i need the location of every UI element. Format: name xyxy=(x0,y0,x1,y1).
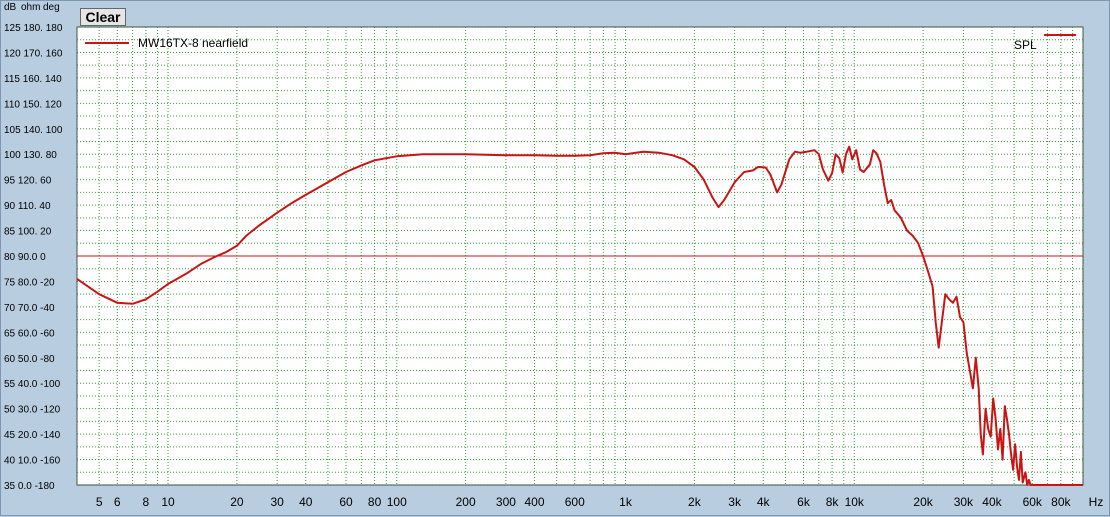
y-tick-label: 85 100. 20 xyxy=(4,227,52,238)
x-tick-label: 100 xyxy=(387,495,407,509)
x-tick-label: 3k xyxy=(728,495,742,509)
x-tick-label: 20 xyxy=(230,495,244,509)
x-unit-label: Hz xyxy=(1089,495,1104,509)
y-tick-label: 70 70.0 -40 xyxy=(4,303,55,314)
y-tick-label: 110 150. 120 xyxy=(4,99,62,110)
x-tick-label: 30k xyxy=(954,495,974,509)
x-tick-label: 80k xyxy=(1051,495,1071,509)
y-tick-label: 50 30.0 -120 xyxy=(4,405,61,416)
x-tick-label: 2k xyxy=(688,495,702,509)
y-tick-label: 40 10.0 -160 xyxy=(4,456,61,467)
legend-label-right: SPL xyxy=(1014,38,1037,52)
x-tick-label: 60 xyxy=(339,495,353,509)
x-tick-label: 8k xyxy=(826,495,840,509)
x-tick-label: 30 xyxy=(270,495,284,509)
chart-window: dB ohm deg Clear 125 180. 180 120 170. 16… xyxy=(0,0,1110,516)
x-tick-label: 8 xyxy=(143,495,150,509)
y-tick-label: 125 180. 180 xyxy=(4,23,63,34)
y-tick-label: 115 160. 140 xyxy=(4,74,62,85)
x-tick-label: 5 xyxy=(96,495,103,509)
x-tick-label: 400 xyxy=(524,495,544,509)
x-tick-label: 20k xyxy=(913,495,933,509)
y-tick-label: 100 130. 80 xyxy=(4,150,57,161)
y-tick-label: 60 50.0 -80 xyxy=(4,354,55,365)
x-tick-label: 40 xyxy=(299,495,313,509)
x-tick-label: 10k xyxy=(845,495,865,509)
chart: 125 180. 180 120 170. 160 115 160. 140 110 … xyxy=(4,23,1104,509)
y-tick-label: 55 40.0 -100 xyxy=(4,379,61,390)
x-tick-label: 6k xyxy=(797,495,811,509)
x-tick-label: 1k xyxy=(619,495,633,509)
legend-label-left: MW16TX-8 nearfield xyxy=(138,36,248,50)
y-tick-label: 75 80.0 -20 xyxy=(4,277,55,288)
x-tick-label: 80 xyxy=(368,495,382,509)
y-tick-label: 45 20.0 -140 xyxy=(4,430,61,441)
x-tick-label: 10 xyxy=(161,495,175,509)
x-tick-label: 200 xyxy=(456,495,476,509)
y-tick-label: 90 110. 40 xyxy=(4,201,51,212)
x-tick-label: 600 xyxy=(565,495,585,509)
y-tick-label: 105 140. 100 xyxy=(4,125,63,136)
y-tick-label: 95 120. 60 xyxy=(4,176,52,187)
x-tick-label: 60k xyxy=(1023,495,1043,509)
x-tick-label: 4k xyxy=(757,495,771,509)
y-tick-label: 80 90.0 0 xyxy=(4,252,46,263)
x-tick-label: 6 xyxy=(114,495,121,509)
y-tick-label: 35 0.0 -180 xyxy=(4,481,55,492)
y-tick-label: 65 60.0 -60 xyxy=(4,328,55,339)
x-tick-label: 300 xyxy=(496,495,516,509)
x-tick-label: 40k xyxy=(982,495,1002,509)
y-tick-label: 120 170. 160 xyxy=(4,48,63,59)
